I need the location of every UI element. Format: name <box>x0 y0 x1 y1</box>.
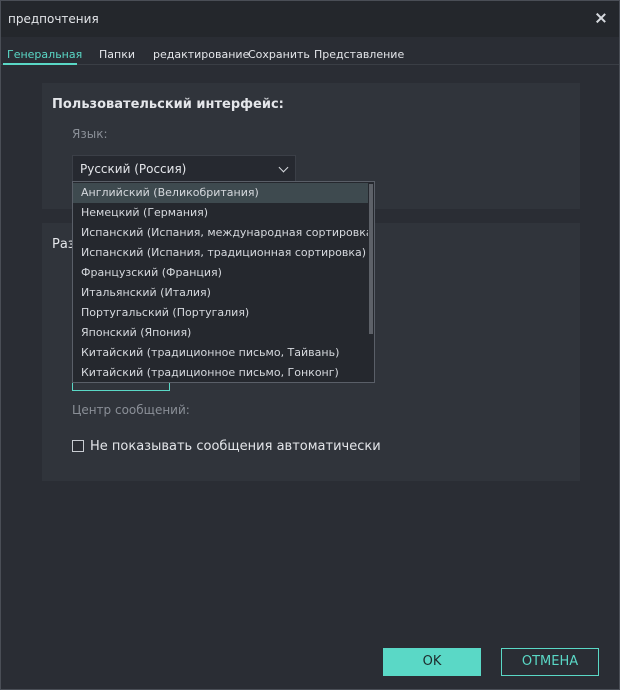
dont-show-messages-checkbox[interactable] <box>72 440 84 452</box>
language-dropdown-list: Английский (Великобритания) Немецкий (Ге… <box>72 181 375 383</box>
dont-show-messages-label: Не показывать сообщения автоматически <box>90 438 381 454</box>
language-select[interactable]: Русский (Россия) <box>72 155 296 183</box>
tab-save[interactable]: Сохранить <box>248 48 310 61</box>
language-option[interactable]: Китайский (традиционное письмо, Тайвань) <box>73 343 369 363</box>
language-option[interactable]: Английский (Великобритания) <box>73 183 369 203</box>
language-option[interactable]: Французский (Франция) <box>73 263 369 283</box>
window-title: предпочтения <box>8 12 99 26</box>
language-option[interactable]: Испанский (Испания, международная сортир… <box>73 223 369 243</box>
language-option[interactable]: Португальский (Португалия) <box>73 303 369 323</box>
tab-editing[interactable]: редактирование <box>153 48 249 61</box>
title-bar: предпочтения <box>1 1 619 37</box>
message-center-label: Центр сообщений: <box>72 403 190 417</box>
dropdown-scroll-thumb[interactable] <box>369 184 373 334</box>
language-option[interactable]: Немецкий (Германия) <box>73 203 369 223</box>
close-icon[interactable] <box>593 10 609 26</box>
language-select-value: Русский (Россия) <box>80 162 187 176</box>
language-label: Язык: <box>72 127 108 141</box>
tab-view[interactable]: Представление <box>314 48 404 61</box>
active-tab-indicator <box>3 63 77 65</box>
tab-bar: Генеральная Папки редактирование Сохрани… <box>1 41 619 65</box>
dropdown-scrollbar[interactable] <box>368 182 374 382</box>
language-option[interactable]: Испанский (Испания, традиционная сортиро… <box>73 243 369 263</box>
tab-general[interactable]: Генеральная <box>7 48 82 61</box>
dont-show-messages-option[interactable]: Не показывать сообщения автоматически <box>72 437 381 455</box>
language-option[interactable]: Китайский (традиционное письмо, Гонконг) <box>73 363 369 383</box>
tab-folders[interactable]: Папки <box>99 48 135 61</box>
chevron-down-icon <box>278 162 289 173</box>
ok-button[interactable]: OK <box>383 648 481 676</box>
ui-section-title: Пользовательский интерфейс: <box>52 97 284 112</box>
language-option[interactable]: Итальянский (Италия) <box>73 283 369 303</box>
cancel-button[interactable]: ОТМЕНА <box>501 648 599 676</box>
language-option[interactable]: Японский (Япония) <box>73 323 369 343</box>
